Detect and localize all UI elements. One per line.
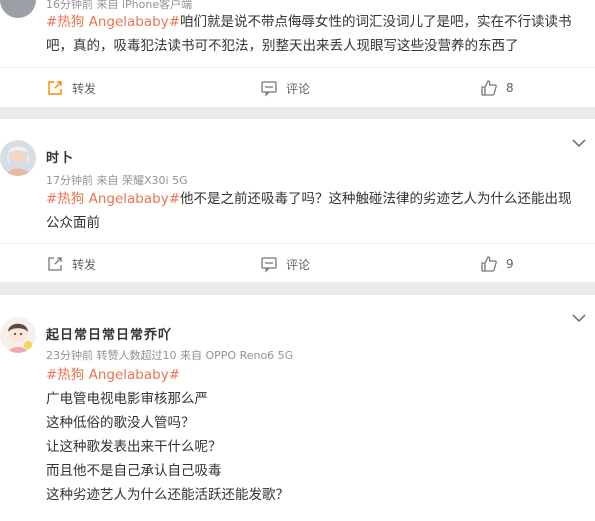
avatar[interactable] xyxy=(0,140,36,176)
avatar-image xyxy=(0,140,36,176)
username[interactable]: 时卜 xyxy=(46,147,74,166)
post-text-line: 他不是之前还吸毒了吗？这种触碰法律的劣迹艺人为什么还能出现 xyxy=(180,191,572,207)
avatar[interactable] xyxy=(0,0,36,18)
post-text: #热狗 Angelababy#他不是之前还吸毒了吗？这种触碰法律的劣迹艺人为什么… xyxy=(46,187,586,235)
comment-icon xyxy=(261,81,277,97)
topic-tag[interactable]: #热狗 Angelababy# xyxy=(46,14,180,30)
post-text: #热狗 Angelababy#咱们就是说不带点侮辱女性的词汇没词儿了是吧，实在不… xyxy=(46,10,586,58)
comment-feed: 16分钟前 来自 iPhone客户端 #热狗 Angelababy#咱们就是说不… xyxy=(0,0,595,521)
comment-button[interactable]: 评论 xyxy=(260,244,310,284)
topic-tag[interactable]: #热狗 Angelababy# xyxy=(46,363,586,387)
chevron-down-icon[interactable] xyxy=(571,312,587,324)
like-button[interactable]: 8 xyxy=(480,68,514,108)
post-text-line: 这种低俗的歌没人管吗？ xyxy=(46,415,195,431)
post-text-line: 广电管电视电影审核那么严 xyxy=(46,391,208,407)
comment-card: 时卜 17分钟前 来自 荣耀X30i 5G #热狗 Angelababy#他不是… xyxy=(0,119,595,282)
comment-card: 16分钟前 来自 iPhone客户端 #热狗 Angelababy#咱们就是说不… xyxy=(0,0,595,107)
comment-button[interactable]: 评论 xyxy=(260,68,310,108)
post-text-line: 这种劣迹艺人为什么还能活跃还能发歌？ xyxy=(46,487,289,503)
share-label: 转发 xyxy=(72,257,97,272)
comment-label: 评论 xyxy=(286,257,311,272)
like-count: 9 xyxy=(506,257,514,271)
post-meta: 17分钟前 来自 荣耀X30i 5G xyxy=(46,174,188,187)
avatar-image xyxy=(0,317,36,353)
action-bar: 转发 评论 8 xyxy=(0,67,595,107)
post-text-line: 咱们就是说不带点侮辱女性的词汇没词儿了是吧，实在不行读读书 xyxy=(180,14,572,30)
avatar[interactable] xyxy=(0,317,36,353)
like-icon xyxy=(481,80,497,96)
chevron-down-icon[interactable] xyxy=(571,137,587,149)
comment-icon xyxy=(261,257,277,273)
share-icon xyxy=(48,81,62,95)
share-button[interactable]: 转发 xyxy=(46,68,96,108)
post-meta: 23分钟前 转赞人数超过10 来自 OPPO Reno6 5G xyxy=(46,349,294,362)
post-text-line: 而且他不是自己承认自己吸毒 xyxy=(46,463,222,479)
like-count: 8 xyxy=(506,81,514,95)
post-text: #热狗 Angelababy# 广电管电视电影审核那么严 这种低俗的歌没人管吗？… xyxy=(46,363,586,507)
like-button[interactable]: 9 xyxy=(480,244,514,284)
share-button[interactable]: 转发 xyxy=(46,244,96,284)
comment-card: 起日常日常日常乔吖 23分钟前 转赞人数超过10 来自 OPPO Reno6 5… xyxy=(0,295,595,521)
comment-label: 评论 xyxy=(286,81,311,96)
topic-tag[interactable]: #热狗 Angelababy# xyxy=(46,191,180,207)
action-bar: 转发 评论 9 xyxy=(0,243,595,283)
share-icon xyxy=(48,257,62,271)
post-text-line: 公众面前 xyxy=(46,215,100,231)
share-label: 转发 xyxy=(72,81,97,96)
post-text-line: 让这种歌发表出来干什么呢？ xyxy=(46,439,222,455)
like-icon xyxy=(481,256,497,272)
username[interactable]: 起日常日常日常乔吖 xyxy=(46,324,172,343)
post-text-line: 吧，真的，吸毒犯法读书可不犯法，别整天出来丢人现眼写这些没营养的东西了 xyxy=(46,38,519,54)
